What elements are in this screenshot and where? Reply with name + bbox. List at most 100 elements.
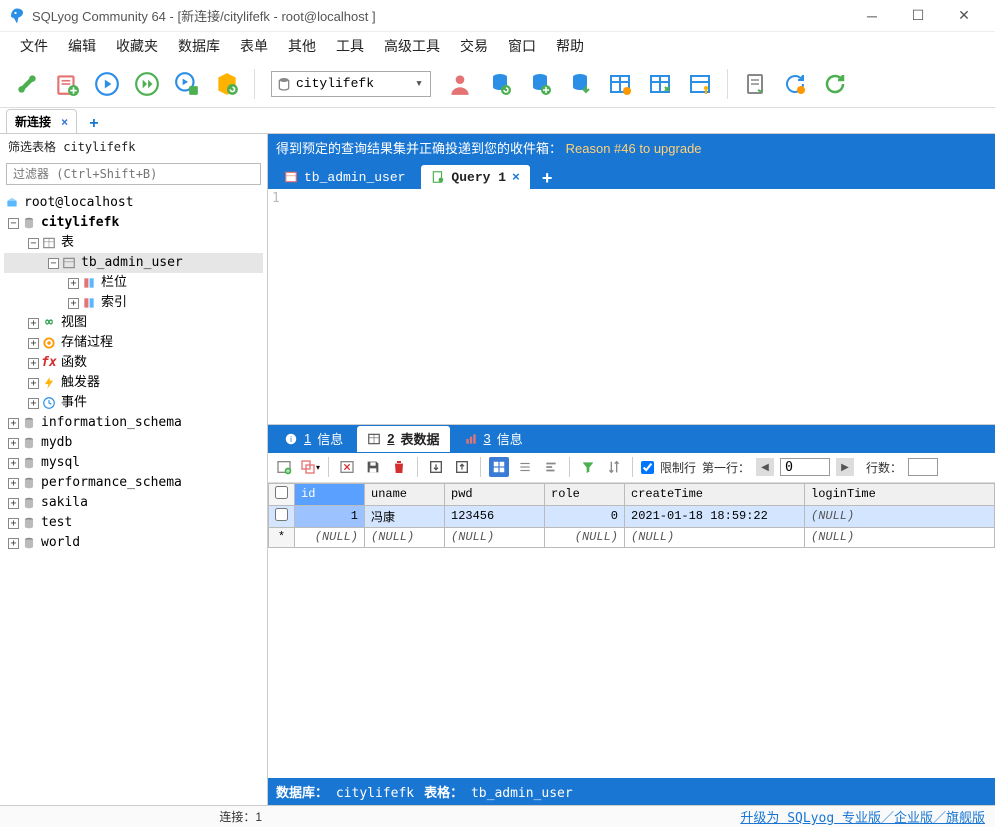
tree-events[interactable]: +事件	[4, 393, 263, 413]
tree-db-3[interactable]: +performance_schema	[4, 473, 263, 493]
menu-fav[interactable]: 收藏夹	[108, 34, 166, 58]
minimize-button[interactable]: ─	[849, 1, 895, 31]
cell-role[interactable]: 0	[545, 505, 625, 527]
close-button[interactable]: ✕	[941, 1, 987, 31]
db-selector[interactable]: citylifefk ▾	[271, 71, 431, 97]
insert-row-icon[interactable]	[274, 457, 294, 477]
editor-tab-query[interactable]: Query 1 ×	[421, 165, 529, 189]
col-createtime[interactable]: createTime	[625, 483, 805, 505]
row-checkbox[interactable]	[269, 505, 295, 527]
dup-row-icon[interactable]: ▾	[300, 457, 320, 477]
cell-pwd[interactable]: 123456	[445, 505, 545, 527]
sql-editor[interactable]: 1	[268, 189, 995, 425]
tree-root-conn[interactable]: root@localhost	[4, 193, 263, 213]
new-query-icon[interactable]	[50, 67, 84, 101]
script-icon[interactable]	[738, 67, 772, 101]
firstrow-input[interactable]	[780, 458, 830, 476]
refresh3-icon[interactable]	[818, 67, 852, 101]
menu-window[interactable]: 窗口	[500, 34, 544, 58]
sort-icon[interactable]	[604, 457, 624, 477]
menu-trans[interactable]: 交易	[452, 34, 496, 58]
save-icon[interactable]	[363, 457, 383, 477]
table-tool2-icon[interactable]	[643, 67, 677, 101]
db-down-icon[interactable]	[563, 67, 597, 101]
refresh2-icon[interactable]	[778, 67, 812, 101]
next-page-button[interactable]: ▶	[836, 458, 854, 476]
grid-row-1[interactable]: 1 冯康 123456 0 2021-01-18 18:59:22 (NULL)	[269, 505, 995, 527]
table-tool1-icon[interactable]	[603, 67, 637, 101]
result-tab-data[interactable]: 2 表数据	[357, 426, 449, 452]
object-tree[interactable]: root@localhost −citylifefk −表 −tb_admin_…	[0, 189, 267, 805]
tree-db-4[interactable]: +sakila	[4, 493, 263, 513]
col-logintime[interactable]: loginTime	[805, 483, 995, 505]
tree-db-2[interactable]: +mysql	[4, 453, 263, 473]
cell-createtime[interactable]: (NULL)	[625, 527, 805, 547]
col-pwd[interactable]: pwd	[445, 483, 545, 505]
tree-db-0[interactable]: +information_schema	[4, 413, 263, 433]
cell-uname[interactable]: (NULL)	[365, 527, 445, 547]
user-icon[interactable]	[443, 67, 477, 101]
close-icon[interactable]: ×	[61, 115, 68, 129]
cell-uname[interactable]: 冯康	[365, 505, 445, 527]
grid-corner-checkbox[interactable]	[269, 483, 295, 505]
export-icon[interactable]	[426, 457, 446, 477]
prev-page-button[interactable]: ◀	[756, 458, 774, 476]
tree-views[interactable]: +∞视图	[4, 313, 263, 333]
text-view-icon[interactable]	[541, 457, 561, 477]
col-id[interactable]: id	[295, 483, 365, 505]
col-role[interactable]: role	[545, 483, 625, 505]
tree-db-5[interactable]: +test	[4, 513, 263, 533]
col-uname[interactable]: uname	[365, 483, 445, 505]
menu-other[interactable]: 其他	[280, 34, 324, 58]
run-selection-icon[interactable]	[170, 67, 204, 101]
connect-icon[interactable]	[10, 67, 44, 101]
delete-icon[interactable]	[389, 457, 409, 477]
menu-help[interactable]: 帮助	[548, 34, 592, 58]
run-icon[interactable]	[90, 67, 124, 101]
table-key-icon[interactable]	[683, 67, 717, 101]
menu-edit[interactable]: 编辑	[60, 34, 104, 58]
tree-db-citylifefk[interactable]: −citylifefk	[4, 213, 263, 233]
cell-id[interactable]: (NULL)	[295, 527, 365, 547]
tree-db-6[interactable]: +world	[4, 533, 263, 553]
cell-logintime[interactable]: (NULL)	[805, 527, 995, 547]
connection-tab[interactable]: 新连接 ×	[6, 109, 77, 133]
filter-icon[interactable]	[578, 457, 598, 477]
grid-row-new[interactable]: * (NULL) (NULL) (NULL) (NULL) (NULL) (NU…	[269, 527, 995, 547]
status-upgrade-link[interactable]: 升级为 SQLyog 专业版／企业版／旗舰版	[278, 807, 985, 826]
tree-table-tbadminuser[interactable]: −tb_admin_user	[4, 253, 263, 273]
db-add-icon[interactable]	[523, 67, 557, 101]
cell-pwd[interactable]: (NULL)	[445, 527, 545, 547]
db-sync-icon[interactable]	[483, 67, 517, 101]
menu-file[interactable]: 文件	[12, 34, 56, 58]
add-editor-tab-button[interactable]: +	[536, 168, 559, 189]
menu-advtools[interactable]: 高级工具	[376, 34, 448, 58]
filter-input[interactable]	[6, 163, 261, 185]
cell-id[interactable]: 1	[295, 505, 365, 527]
menu-db[interactable]: 数据库	[170, 34, 228, 58]
rowcount-input[interactable]	[908, 458, 938, 476]
menu-table[interactable]: 表单	[232, 34, 276, 58]
tree-triggers[interactable]: +触发器	[4, 373, 263, 393]
tree-columns[interactable]: +栏位	[4, 273, 263, 293]
limit-checkbox[interactable]	[641, 461, 654, 474]
run-all-icon[interactable]	[130, 67, 164, 101]
tree-funcs[interactable]: +fx函数	[4, 353, 263, 373]
result-tab-info2[interactable]: 3 信息	[454, 426, 533, 452]
grid-view-icon[interactable]	[489, 457, 509, 477]
add-connection-button[interactable]: +	[81, 115, 106, 133]
upgrade-banner[interactable]: 得到预定的查询结果集并正确投递到您的收件箱： Reason #46 to upg…	[268, 134, 995, 161]
tree-tables[interactable]: −表	[4, 233, 263, 253]
tree-db-1[interactable]: +mydb	[4, 433, 263, 453]
cell-role[interactable]: (NULL)	[545, 527, 625, 547]
close-icon[interactable]: ×	[512, 170, 520, 185]
data-grid[interactable]: id uname pwd role createTime loginTime 1…	[268, 483, 995, 548]
import-icon[interactable]	[452, 457, 472, 477]
cancel-icon[interactable]	[337, 457, 357, 477]
maximize-button[interactable]: ☐	[895, 1, 941, 31]
cell-createtime[interactable]: 2021-01-18 18:59:22	[625, 505, 805, 527]
tree-procs[interactable]: +存储过程	[4, 333, 263, 353]
refresh-icon[interactable]	[210, 67, 244, 101]
menu-tools[interactable]: 工具	[328, 34, 372, 58]
result-tab-info1[interactable]: i 1 信息	[274, 426, 353, 452]
